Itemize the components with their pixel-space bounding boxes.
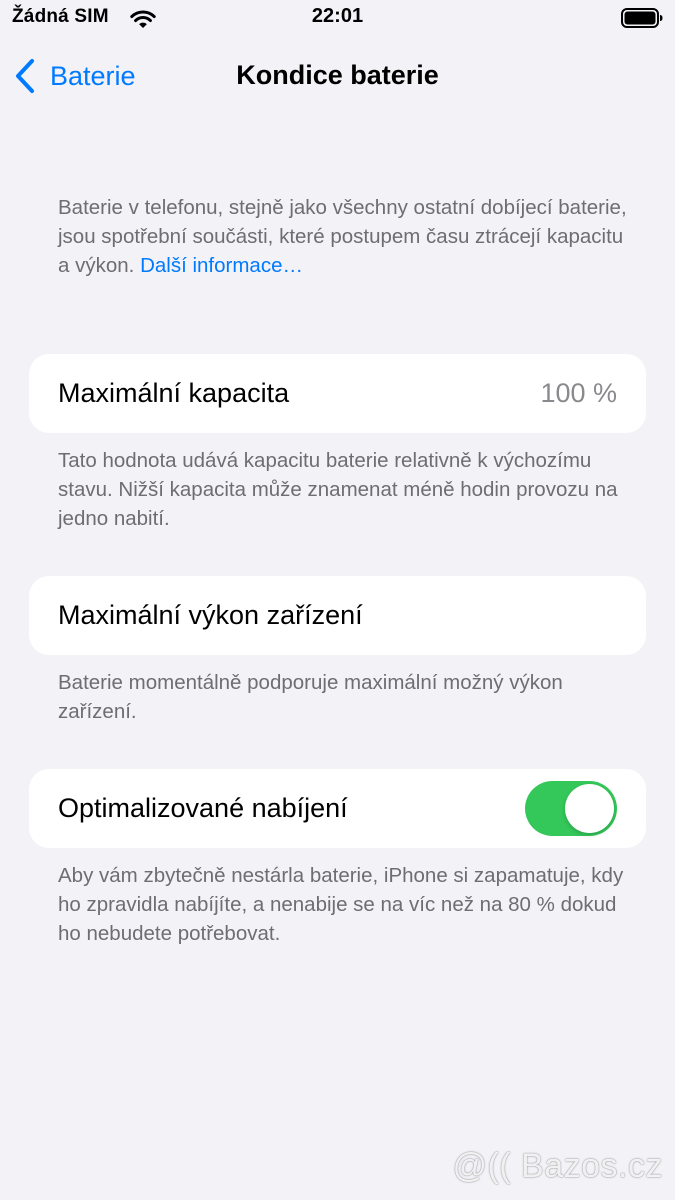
peak-performance-label: Maximální výkon zařízení [58, 600, 363, 630]
max-capacity-label: Maximální kapacita [58, 378, 290, 408]
page-title: Kondice baterie [236, 60, 439, 90]
max-capacity-value: 100 % [540, 378, 617, 408]
navigation-bar: Baterie Kondice baterie [0, 46, 675, 106]
peak-performance-row: Maximální výkon zařízení [29, 576, 646, 655]
optimized-charging-toggle[interactable] [525, 781, 617, 836]
more-info-link[interactable]: Další informace… [140, 254, 303, 277]
max-capacity-note: Tato hodnota udává kapacitu baterie rela… [58, 449, 618, 530]
bazos-watermark: @(( Bazos.cz [452, 1147, 663, 1185]
clock: 22:01 [311, 5, 364, 27]
optimized-charging-label: Optimalizované nabíjení [58, 793, 348, 823]
status-bar: Žádná SIM 22:01 [0, 0, 675, 38]
optimized-charging-note: Aby vám zbytečně nestárla baterie, iPhon… [58, 864, 624, 945]
intro-text: Baterie v telefonu, stejně jako všechny … [58, 193, 638, 280]
optimized-charging-row: Optimalizované nabíjení [29, 769, 646, 848]
peak-performance-note: Baterie momentálně podporuje maximální m… [58, 671, 563, 723]
battery-icon [621, 8, 663, 28]
toggle-knob [565, 784, 614, 833]
max-capacity-row: Maximální kapacita 100 % [29, 354, 646, 433]
